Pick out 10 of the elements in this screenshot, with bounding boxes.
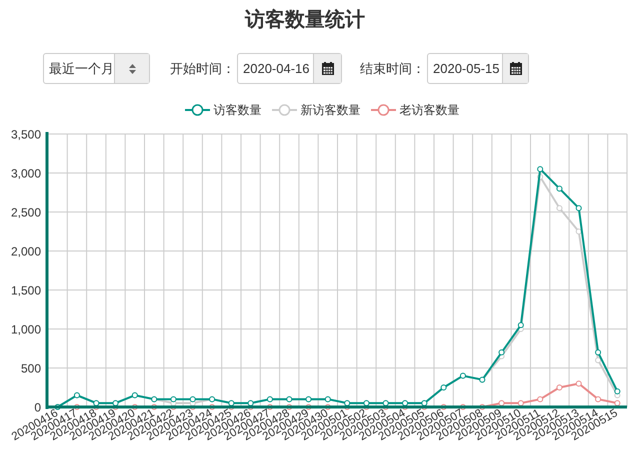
start-time-label: 开始时间：: [170, 60, 235, 78]
y-axis-label: 3,500: [10, 128, 41, 142]
page-title: 访客数量统计: [245, 6, 365, 33]
y-axis-label: 1,500: [10, 284, 41, 298]
y-axis-label: 1,000: [10, 322, 41, 336]
y-axis-label: 500: [20, 362, 41, 376]
y-axis-label: 2,500: [10, 206, 41, 220]
end-time-label: 结束时间：: [360, 60, 425, 78]
y-axis-label: 3,000: [10, 166, 41, 180]
y-axis-label: 2,000: [10, 244, 41, 258]
